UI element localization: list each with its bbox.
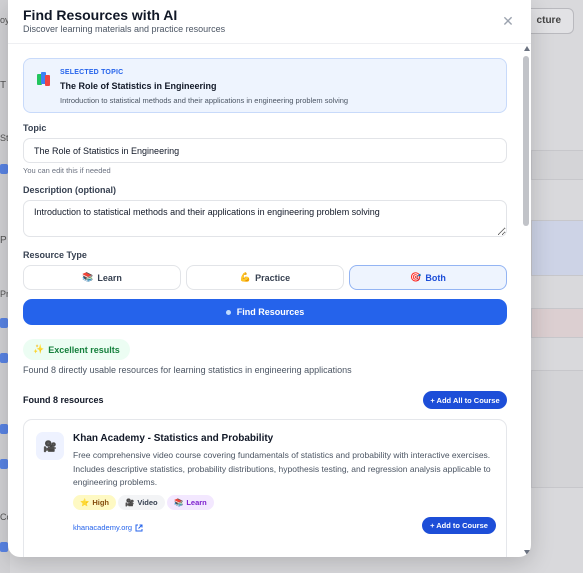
modal-subtitle: Discover learning materials and practice… [23, 24, 226, 34]
background-checkbox [0, 459, 8, 469]
modal-scrollbar[interactable] [523, 46, 531, 556]
selected-topic-card: SELECTED TOPIC The Role of Statistics in… [23, 58, 507, 113]
resource-type-learn-button[interactable]: 📚 Learn [23, 265, 181, 290]
tag-label: Video [137, 498, 158, 507]
background-checkbox [0, 424, 8, 434]
books-icon [37, 72, 50, 86]
quality-badge: ✨ Excellent results [23, 339, 130, 360]
background-checkbox [0, 542, 8, 552]
find-resources-modal: Find Resources with AI Discover learning… [8, 0, 531, 557]
external-link-icon [135, 524, 143, 531]
resource-title: Khan Academy - Statistics and Probabilit… [73, 433, 274, 444]
tag-label: High [92, 498, 110, 507]
resource-type-label: Resource Type [23, 250, 87, 260]
background-card [531, 308, 583, 338]
tag-label: Learn [186, 498, 207, 507]
tag-high: ⭐ High [73, 495, 117, 510]
resource-type-both-label: Both [425, 272, 446, 283]
flexed-bicep-icon: 💪 [239, 272, 252, 282]
resource-type-both-button[interactable]: 🎯 Both [349, 265, 507, 290]
books-icon: 📚 [174, 498, 184, 507]
scroll-up-arrow-icon[interactable] [524, 46, 530, 51]
star-icon: ⭐ [80, 498, 90, 507]
books-icon: 📚 [82, 272, 94, 282]
background-fragment: P [0, 235, 7, 246]
topic-hint: You can edit this if needed [23, 166, 111, 175]
selected-topic-label: SELECTED TOPIC [60, 69, 124, 76]
background-checkbox [0, 353, 8, 363]
background-fragment: T [0, 80, 7, 91]
resource-type-practice-button[interactable]: 💪 Practice [186, 265, 344, 290]
background-checkbox [0, 318, 8, 328]
background-card [531, 370, 583, 488]
background-card [531, 220, 583, 276]
close-icon[interactable]: ✕ [500, 13, 516, 29]
topic-input[interactable] [23, 138, 507, 163]
resource-link-text: khanacademy.org [73, 523, 133, 532]
resource-type-learn-label: Learn [97, 272, 122, 283]
spark-icon [225, 309, 231, 315]
resource-link[interactable]: khanacademy.org [73, 523, 143, 532]
description-label: Description (optional) [23, 185, 116, 195]
scroll-down-arrow-icon[interactable] [524, 550, 530, 555]
results-summary: Found 8 directly usable resources for le… [23, 365, 352, 375]
quality-badge-label: Excellent results [48, 344, 120, 355]
find-resources-label: Find Resources [236, 307, 305, 317]
results-count: Found 8 resources [23, 395, 104, 405]
modal-header: Find Resources with AI Discover learning… [8, 0, 531, 44]
background-card [531, 150, 583, 180]
modal-content: SELECTED TOPIC The Role of Statistics in… [8, 45, 531, 557]
modal-title: Find Resources with AI [23, 7, 178, 23]
tag-learn: 📚 Learn [167, 495, 214, 510]
background-checkbox [0, 164, 8, 174]
add-to-course-button[interactable]: + Add to Course [422, 517, 496, 534]
sparkles-icon: ✨ [33, 344, 45, 354]
resource-card: 🎥 Khan Academy - Statistics and Probabil… [23, 419, 507, 557]
resource-type-practice-label: Practice [255, 272, 291, 283]
find-resources-button[interactable]: Find Resources [23, 299, 507, 325]
description-textarea[interactable]: Introduction to statistical methods and … [23, 200, 507, 237]
selected-topic-description: Introduction to statistical methods and … [60, 96, 349, 105]
target-icon: 🎯 [410, 272, 422, 282]
topic-label: Topic [23, 123, 47, 133]
resource-description: Free comprehensive video course covering… [73, 450, 491, 487]
scroll-thumb[interactable] [523, 56, 529, 226]
add-all-to-course-button[interactable]: + Add All to Course [423, 391, 507, 409]
selected-topic-title: The Role of Statistics in Engineering [60, 81, 217, 91]
tag-video: 🎥 Video [118, 495, 165, 510]
video-camera-icon: 🎥 [36, 432, 64, 460]
video-camera-icon: 🎥 [125, 498, 135, 507]
